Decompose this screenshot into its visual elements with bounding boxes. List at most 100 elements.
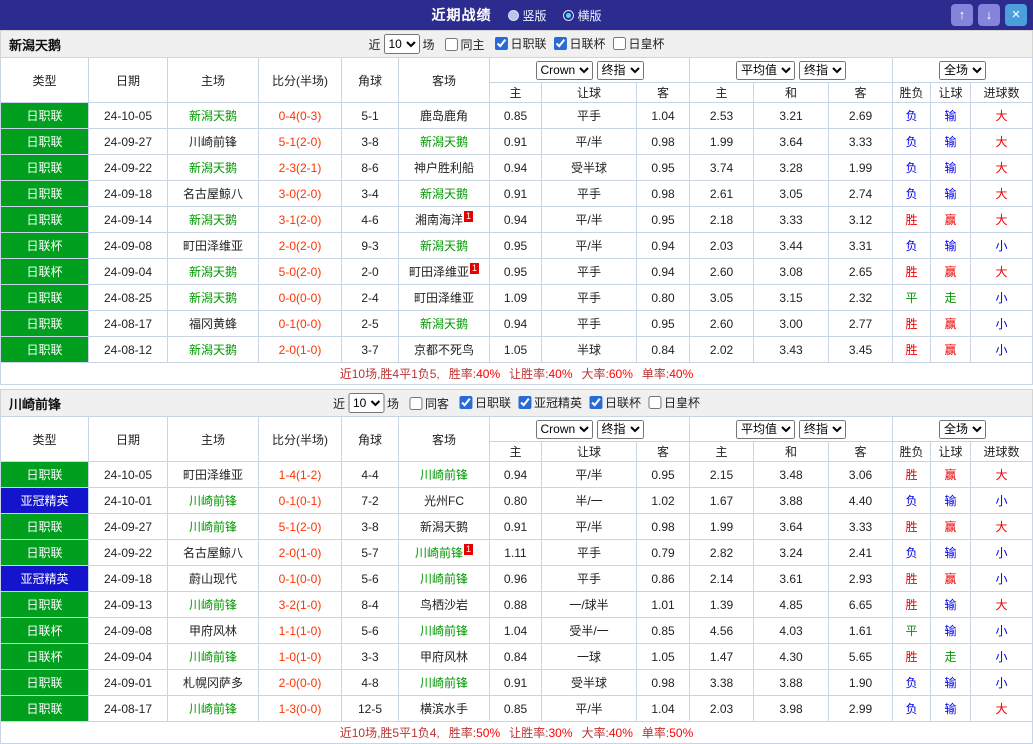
score-cell: 1-0(1-0) <box>258 643 342 670</box>
corner-cell: 5-7 <box>341 539 399 566</box>
competition-checkbox-input[interactable] <box>518 396 532 409</box>
same-venue-checkbox-input[interactable] <box>444 37 458 51</box>
competition-checkbox-input[interactable] <box>589 396 603 409</box>
avg-header-cell: 平均值 终指 <box>689 416 894 442</box>
competition-filters: 日职联 亚冠精英 日联杯 日皇杯 <box>452 394 700 412</box>
odds-source-select[interactable]: Crown <box>535 419 593 439</box>
date-cell: 24-09-01 <box>88 669 168 696</box>
odds-handicap-cell: 受半球 <box>541 669 637 696</box>
same-venue-checkbox-input[interactable] <box>408 396 422 410</box>
league-cell: 日职联 <box>0 461 89 488</box>
competition-checkbox-input[interactable] <box>612 37 626 50</box>
away-team-cell: 横滨水手 <box>398 695 490 722</box>
result-handicap-cell: 赢 <box>930 513 972 540</box>
home-team-name: 川崎前锋 <box>188 520 237 534</box>
odds-time-select[interactable]: 终指 <box>596 419 644 439</box>
away-team-name: 新潟天鹅 <box>419 135 468 149</box>
competition-checkbox[interactable]: 日职联 <box>458 394 511 411</box>
avg-draw-cell: 3.61 <box>753 565 830 592</box>
competition-checkbox[interactable]: 日职联 <box>494 35 547 52</box>
result-handicap-cell: 输 <box>930 617 972 644</box>
same-venue-label: 同客 <box>424 396 449 411</box>
layout-horizontal-option[interactable]: 横版 <box>562 7 602 24</box>
scope-select[interactable]: 全场 <box>939 60 987 80</box>
date-cell: 24-09-27 <box>88 513 168 540</box>
match-count-select[interactable]: 10 <box>347 393 384 413</box>
col-away: 客场 <box>398 57 490 103</box>
score-cell: 5-0(2-0) <box>258 258 342 285</box>
corner-cell: 9-3 <box>341 232 399 259</box>
avg-draw-cell: 3.88 <box>753 487 830 514</box>
competition-checkbox-input[interactable] <box>553 37 567 50</box>
games-label: 场 <box>422 37 435 52</box>
result-handicap-cell: 输 <box>930 102 972 129</box>
home-team-name: 新潟天鹅 <box>188 265 237 279</box>
competition-checkbox[interactable]: 日皇杯 <box>612 35 665 52</box>
summary-stat-label: 让胜率: <box>509 726 549 740</box>
avg-home-cell: 2.02 <box>689 336 755 363</box>
result-handicap-cell: 输 <box>930 128 972 155</box>
filter-controls: 近 10 场 同主 日职联 日联杯 日皇杯 <box>368 34 665 54</box>
match-row: 日职联 24-09-01 札幌冈萨多 2-0(0-0) 4-8 川崎前锋 0.91 受半球 0.… <box>0 669 1033 696</box>
odds-time-select[interactable]: 终指 <box>596 60 644 80</box>
odds-home-cell: 0.94 <box>489 206 542 233</box>
result-winlose-cell: 胜 <box>892 206 932 233</box>
avg-home-cell: 3.05 <box>689 284 755 311</box>
corner-cell: 5-6 <box>341 617 399 644</box>
home-team-name: 名古屋鲸八 <box>182 546 243 560</box>
home-team-cell: 福冈黄蜂 <box>167 310 259 337</box>
odds-away-cell: 0.98 <box>635 128 691 155</box>
competition-checkbox[interactable]: 亚冠精英 <box>518 394 582 411</box>
competition-checkbox[interactable]: 日皇杯 <box>648 394 700 411</box>
competition-label: 日职联 <box>510 37 547 51</box>
result-handicap-cell: 赢 <box>930 565 972 592</box>
corner-cell: 2-0 <box>341 258 399 285</box>
odds-handicap-cell: 平手 <box>541 565 637 592</box>
avg-away-cell: 4.40 <box>828 487 894 514</box>
scope-select[interactable]: 全场 <box>939 419 987 439</box>
result-winlose-cell: 胜 <box>892 258 932 285</box>
layout-vertical-option[interactable]: 竖版 <box>507 7 547 24</box>
result-handicap-cell: 输 <box>930 487 972 514</box>
summary-row: 近10场,胜5平1负4, 胜率:50% 让胜率:30% 大率:40% 单率:50% <box>0 721 1033 744</box>
avg-home-cell: 3.38 <box>689 669 755 696</box>
result-handicap-cell: 赢 <box>930 336 972 363</box>
result-handicap-cell: 输 <box>930 539 972 566</box>
odds-handicap-cell: 一球 <box>541 643 637 670</box>
match-count-select[interactable]: 10 <box>383 34 420 54</box>
avg-source-select[interactable]: 平均值 <box>736 60 796 80</box>
score-cell: 5-1(2-0) <box>258 128 342 155</box>
odds-home-cell: 0.95 <box>489 232 542 259</box>
avg-source-select[interactable]: 平均值 <box>736 419 796 439</box>
avg-time-select[interactable]: 终指 <box>799 60 847 80</box>
home-team-cell: 新潟天鹅 <box>167 154 259 181</box>
home-team-cell: 甲府风林 <box>167 617 259 644</box>
league-cell: 日联杯 <box>0 232 89 259</box>
competition-checkbox-input[interactable] <box>648 396 662 409</box>
odds-source-select[interactable]: Crown <box>535 60 593 80</box>
avg-draw-cell: 3.00 <box>753 310 830 337</box>
competition-checkbox-input[interactable] <box>494 37 508 50</box>
competition-checkbox-input[interactable] <box>458 396 472 409</box>
same-venue-checkbox[interactable]: 同客 <box>408 395 449 412</box>
league-cell: 日职联 <box>0 310 89 337</box>
competition-checkbox[interactable]: 日联杯 <box>553 35 606 52</box>
odds-away-cell: 0.95 <box>635 310 691 337</box>
same-venue-checkbox[interactable]: 同主 <box>444 36 485 53</box>
home-team-cell: 川崎前锋 <box>167 643 259 670</box>
league-cell: 亚冠精英 <box>0 487 89 514</box>
odds-handicap-cell: 平/半 <box>541 206 637 233</box>
avg-time-select[interactable]: 终指 <box>799 419 847 439</box>
result-handicap-cell: 输 <box>930 591 972 618</box>
move-up-button[interactable]: ↑ <box>951 4 973 26</box>
competition-checkbox[interactable]: 日联杯 <box>589 394 641 411</box>
corner-cell: 2-4 <box>341 284 399 311</box>
home-team-name: 川崎前锋 <box>188 494 237 508</box>
away-team-cell: 光州FC <box>398 487 490 514</box>
corner-cell: 4-4 <box>341 461 399 488</box>
home-team-cell: 名古屋鲸八 <box>167 539 259 566</box>
result-handicap-cell: 输 <box>930 154 972 181</box>
odds-handicap-cell: 平/半 <box>541 513 637 540</box>
close-button[interactable]: × <box>1005 4 1027 26</box>
move-down-button[interactable]: ↓ <box>978 4 1000 26</box>
